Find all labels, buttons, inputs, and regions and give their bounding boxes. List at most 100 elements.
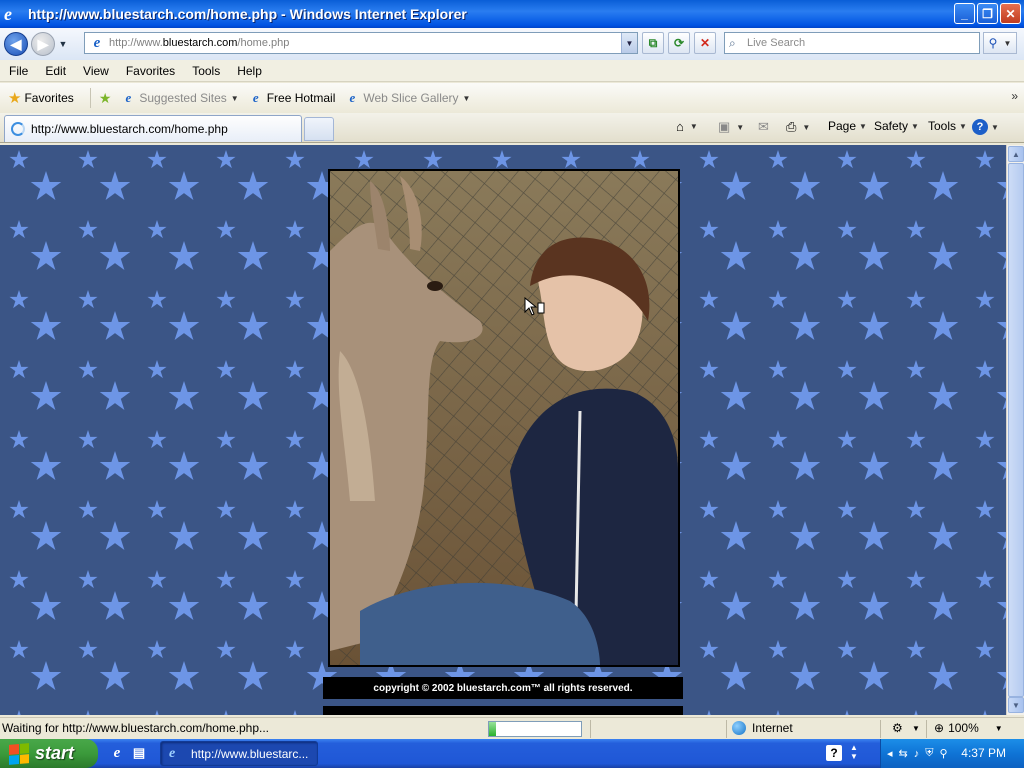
- tools-menu-label: Tools: [928, 119, 957, 133]
- taskbar: start e ▤ e http://www.bluestarc... ? ▲ ▼…: [0, 739, 1024, 768]
- protected-mode-icon[interactable]: ⚙: [892, 721, 903, 735]
- home-button[interactable]: ⌂ ▼: [676, 119, 698, 134]
- print-button[interactable]: ⎙ ▼: [786, 119, 810, 135]
- favorites-label: Favorites: [24, 91, 74, 105]
- address-url[interactable]: http://www.bluestarch.com/home.php: [109, 37, 289, 49]
- zoom-level-button[interactable]: ⊕ 100% ▼: [934, 721, 1003, 735]
- add-favorite-icon: ★: [98, 89, 112, 106]
- loading-spinner-icon: [11, 122, 25, 136]
- page-content: copyright © 2002 bluestarch.com™ all rig…: [0, 145, 1006, 715]
- windows-flag-icon: [9, 742, 29, 765]
- taskbar-scroll-arrows[interactable]: ▲ ▼: [850, 743, 858, 761]
- window-title: http://www.bluestarch.com/home.php - Win…: [28, 6, 467, 22]
- scroll-down-button[interactable]: ▼: [1008, 697, 1024, 713]
- minimize-button[interactable]: _: [954, 3, 975, 24]
- maximize-button[interactable]: ❐: [977, 3, 998, 24]
- compatibility-view-button[interactable]: ⧉: [642, 32, 664, 54]
- safety-menu-button[interactable]: Safety ▼: [874, 119, 919, 133]
- home-icon: ⌂: [676, 119, 684, 134]
- chevron-down-icon: ▼: [959, 121, 967, 131]
- network-icon[interactable]: ⇆: [899, 747, 908, 760]
- forward-arrow-icon: ▶: [37, 35, 49, 52]
- menu-view[interactable]: View: [74, 64, 117, 78]
- recent-pages-dropdown[interactable]: ▼: [57, 39, 69, 49]
- safety-menu-label: Safety: [874, 119, 909, 133]
- stop-button[interactable]: ✕: [694, 32, 716, 54]
- busy-cursor-icon: [524, 297, 545, 316]
- compatibility-view-icon: ⧉: [648, 35, 658, 50]
- favorites-button[interactable]: ★ Favorites: [0, 89, 74, 107]
- footer-bar-bottom: [323, 706, 683, 715]
- url-path: /home.php: [237, 37, 290, 49]
- security-shield-icon[interactable]: ⛨: [925, 747, 933, 760]
- chevron-down-icon: ▼: [230, 93, 239, 103]
- search-button[interactable]: ⚲ ▼: [983, 32, 1017, 54]
- taskbar-item-ie[interactable]: e http://www.bluestarc...: [160, 741, 318, 766]
- fav-item-label: Suggested Sites: [139, 91, 227, 105]
- new-tab-button[interactable]: [304, 117, 334, 141]
- navigation-bar: ◀ ▶ ▼ e http://www.bluestarch.com/home.p…: [0, 28, 1024, 60]
- flag-blue-quadrant: [9, 754, 19, 765]
- status-separator: [726, 720, 727, 738]
- ie-page-icon: e: [349, 90, 356, 105]
- volume-icon[interactable]: ♪: [914, 748, 920, 760]
- close-button[interactable]: ✕: [1000, 3, 1021, 24]
- search-options-dropdown[interactable]: ▼: [1003, 39, 1011, 48]
- forward-button[interactable]: ▶: [31, 32, 55, 56]
- start-button[interactable]: start: [0, 739, 98, 768]
- search-tray-icon[interactable]: ⚲: [940, 747, 948, 760]
- fav-item-suggested-sites[interactable]: e Suggested Sites ▼: [121, 91, 239, 106]
- address-bar[interactable]: e http://www.bluestarch.com/home.php ▼: [84, 32, 638, 54]
- chevron-down-icon: ▼: [736, 122, 745, 132]
- refresh-button[interactable]: ⟳: [668, 32, 690, 54]
- back-button[interactable]: ◀: [4, 32, 28, 56]
- quicklaunch-ie-icon[interactable]: e: [108, 744, 126, 762]
- menu-tools[interactable]: Tools: [183, 64, 228, 78]
- status-message: Waiting for http://www.bluestarch.com/ho…: [2, 721, 270, 735]
- menu-file[interactable]: File: [0, 64, 36, 78]
- feeds-button[interactable]: ▣ ▼: [718, 119, 744, 135]
- mail-icon: ✉: [758, 119, 769, 134]
- quicklaunch-explorer-icon[interactable]: ▤: [130, 744, 148, 762]
- fav-item-free-hotmail[interactable]: e Free Hotmail: [249, 91, 336, 106]
- menu-help[interactable]: Help: [228, 64, 270, 78]
- help-menu-button[interactable]: ? ▼: [972, 119, 999, 135]
- add-to-favorites-bar-button[interactable]: ★: [99, 90, 112, 107]
- chevron-down-icon: ▼: [462, 93, 471, 103]
- address-dropdown-button[interactable]: ▼: [621, 33, 637, 53]
- vertical-scrollbar[interactable]: ▲ ▼: [1006, 145, 1024, 715]
- chevron-down-icon: ▼: [991, 122, 999, 132]
- search-input[interactable]: Live Search: [747, 37, 805, 49]
- zone-label: Internet: [752, 721, 793, 735]
- help-tray-icon[interactable]: ?: [826, 745, 842, 761]
- more-chevron-icon[interactable]: »: [1011, 89, 1018, 103]
- fav-item-web-slice-gallery[interactable]: e Web Slice Gallery ▼: [345, 90, 471, 106]
- menu-favorites[interactable]: Favorites: [117, 64, 183, 78]
- menu-edit[interactable]: Edit: [36, 64, 74, 78]
- flag-red-quadrant: [9, 743, 19, 754]
- page-icon: e: [93, 35, 101, 51]
- chevron-down-icon[interactable]: ▼: [912, 724, 920, 733]
- page-menu-button[interactable]: Page ▼: [828, 119, 867, 133]
- search-box[interactable]: ⌕ Live Search: [724, 32, 980, 54]
- status-bar: Waiting for http://www.bluestarch.com/ho…: [0, 717, 1024, 739]
- rss-feed-icon: ▣: [718, 119, 731, 134]
- globe-icon: [732, 721, 746, 735]
- status-separator: [926, 720, 927, 738]
- copyright-text: copyright © 2002 bluestarch.com™ all rig…: [373, 682, 633, 694]
- chevron-down-icon: ▼: [859, 121, 867, 131]
- status-separator: [880, 720, 881, 738]
- scroll-up-button[interactable]: ▲: [1008, 146, 1024, 162]
- tools-menu-button[interactable]: Tools ▼: [928, 119, 967, 133]
- printer-icon: ⎙: [786, 119, 797, 134]
- ie-icon: e: [169, 745, 176, 761]
- scrollbar-thumb[interactable]: [1008, 163, 1024, 697]
- clock: 4:37 PM: [961, 746, 1006, 760]
- tab-row: http://www.bluestarch.com/home.php ⌂ ▼ ▣…: [0, 113, 1024, 143]
- stop-icon: ✕: [699, 36, 711, 50]
- show-hidden-icons-icon[interactable]: ◂: [887, 747, 893, 760]
- read-mail-button[interactable]: ✉: [758, 119, 772, 135]
- tab-active[interactable]: http://www.bluestarch.com/home.php: [4, 115, 302, 142]
- security-zone[interactable]: Internet: [732, 721, 793, 735]
- url-prefix: http://www.: [109, 37, 163, 49]
